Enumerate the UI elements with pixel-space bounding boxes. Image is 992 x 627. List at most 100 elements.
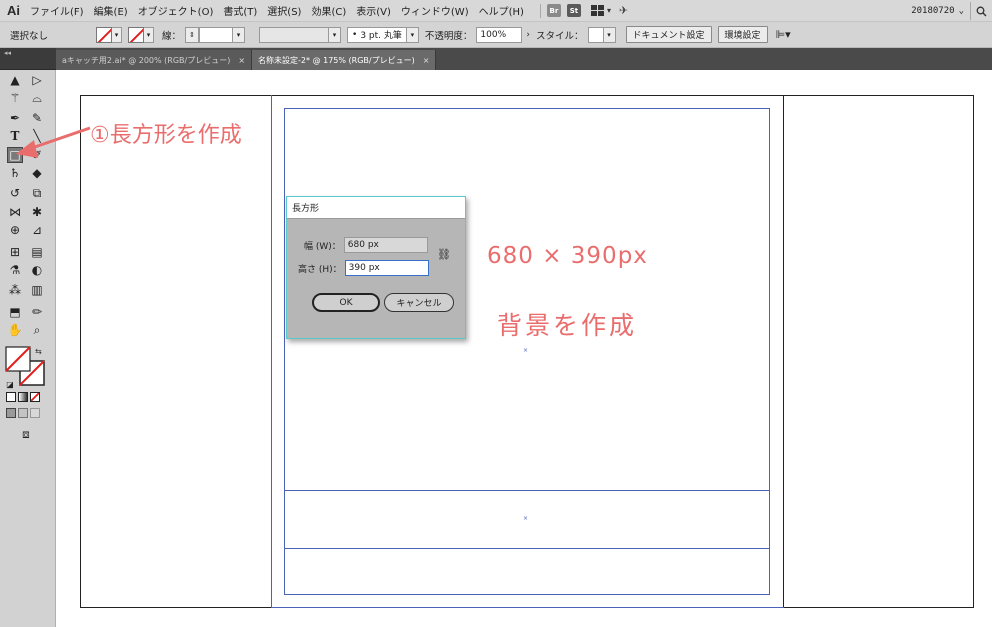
width-row: 幅 (W)： 680 px xyxy=(304,237,428,253)
menu-window[interactable]: ウィンドウ(W) xyxy=(401,3,469,18)
height-row: 高さ (H)： 390 px xyxy=(298,260,429,276)
lasso-tool-icon[interactable]: ⌓ xyxy=(29,90,45,106)
guide-horizontal-1 xyxy=(284,490,770,491)
fill-swatch[interactable] xyxy=(96,26,112,43)
chevron-down-icon[interactable]: ▾ xyxy=(144,26,154,43)
artboard-bottom-edge xyxy=(271,607,784,608)
workspace-name: 20180720 xyxy=(911,6,955,16)
annotation-size: 680 × 390px xyxy=(487,243,648,269)
tab-document-1[interactable]: aキャッチ用2.ai* @ 200% (RGB/プレビュー) × xyxy=(56,50,253,70)
menu-select[interactable]: 選択(S) xyxy=(267,3,301,18)
chevron-down-icon[interactable]: ▾ xyxy=(233,26,246,43)
cancel-button[interactable]: キャンセル xyxy=(384,293,454,312)
eyedropper-tool-icon[interactable]: ⚗ xyxy=(7,262,23,278)
mesh-tool-icon[interactable]: ⊞ xyxy=(7,244,23,260)
control-bar: 選択なし ▾ ▾ 線： ⇕ ▾ ▾ • 3 pt. 丸筆 ▾ 不透明度： 100… xyxy=(0,22,992,48)
tab-document-2[interactable]: 名称未設定-2* @ 175% (RGB/プレビュー) × xyxy=(252,50,437,70)
center-point-marker: × xyxy=(523,347,529,354)
stroke-weight-input[interactable] xyxy=(199,26,234,43)
stroke-label: 線： xyxy=(162,30,182,42)
symbol-sprayer-tool-icon[interactable]: ⁂ xyxy=(7,282,23,298)
document-tabs: aキャッチ用2.ai* @ 200% (RGB/プレビュー) × 名称未設定-2… xyxy=(56,48,992,70)
close-icon[interactable]: × xyxy=(238,56,245,65)
draw-normal-icon[interactable] xyxy=(6,408,16,418)
chevron-down-icon: ⌄ xyxy=(958,6,964,16)
artboard-tool-icon[interactable]: ⬒ xyxy=(7,304,23,320)
default-colors-icon[interactable]: ◪ xyxy=(2,377,18,393)
perspective-grid-tool-icon[interactable]: ⊿ xyxy=(29,222,45,238)
menu-edit[interactable]: 編集(E) xyxy=(94,3,128,18)
gradient-icon[interactable] xyxy=(18,392,28,402)
menu-file[interactable]: ファイル(F) xyxy=(30,3,84,18)
selection-status: 選択なし xyxy=(10,30,49,42)
menu-view[interactable]: 表示(V) xyxy=(356,3,391,18)
width-label: 幅 (W)： xyxy=(304,241,341,252)
puppet-warp-tool-icon[interactable]: ✱ xyxy=(29,204,45,220)
artboard-divider-right xyxy=(783,95,784,608)
chevron-down-icon[interactable]: ▾ xyxy=(406,26,419,43)
direct-selection-tool-icon[interactable]: ▷ xyxy=(29,72,45,88)
chevron-right-icon[interactable]: › xyxy=(526,30,530,40)
bridge-button[interactable]: Br xyxy=(546,4,561,17)
workspace-switcher[interactable]: 20180720 ⌄ xyxy=(911,4,964,18)
svg-text:⇆: ⇆ xyxy=(35,347,42,356)
style-label: スタイル： xyxy=(536,30,584,42)
ok-button[interactable]: OK xyxy=(312,293,380,312)
zoom-tool-icon[interactable]: ⌕ xyxy=(29,322,45,338)
draw-inside-icon[interactable] xyxy=(30,408,40,418)
brush-definition[interactable]: • 3 pt. 丸筆 xyxy=(347,26,407,43)
close-icon[interactable]: × xyxy=(423,56,430,65)
rotate-tool-icon[interactable]: ↺ xyxy=(7,185,23,201)
dot-icon: • xyxy=(352,29,358,40)
graphic-style-swatch[interactable] xyxy=(587,26,604,43)
menu-type[interactable]: 書式(T) xyxy=(223,3,257,18)
column-graph-tool-icon[interactable]: ▥ xyxy=(29,282,45,298)
chevron-down-icon[interactable]: ▾ xyxy=(603,26,616,43)
scale-tool-icon[interactable]: ⧉ xyxy=(29,185,45,201)
constrain-proportions-icon[interactable]: ⛓ xyxy=(437,248,451,261)
height-label: 高さ (H)： xyxy=(298,264,342,275)
color-mode-buttons xyxy=(6,392,40,402)
preferences-button[interactable]: 環境設定 xyxy=(717,26,768,43)
stock-button[interactable]: St xyxy=(566,4,581,17)
chevron-down-icon[interactable]: ▾ xyxy=(112,26,122,43)
none-icon[interactable] xyxy=(30,392,40,402)
search-button[interactable] xyxy=(970,2,992,20)
gpu-performance-icon[interactable]: ✈ xyxy=(619,4,628,17)
menu-object[interactable]: オブジェクト(O) xyxy=(138,3,214,18)
chevron-down-icon[interactable]: ▾ xyxy=(607,6,611,15)
menu-effect[interactable]: 効果(C) xyxy=(311,3,346,18)
tab-label: 名称未設定-2* @ 175% (RGB/プレビュー) xyxy=(258,55,415,65)
screen-mode-icon[interactable]: ⧈ xyxy=(16,426,36,442)
color-icon[interactable] xyxy=(6,392,16,402)
height-input[interactable]: 390 px xyxy=(344,260,429,276)
arrange-documents-icon[interactable] xyxy=(590,5,605,16)
stroke-swatch[interactable] xyxy=(128,26,144,43)
dialog-title: 長方形 xyxy=(287,197,465,219)
shape-builder-tool-icon[interactable]: ⊕ xyxy=(7,222,23,238)
menu-separator xyxy=(539,3,541,18)
opacity-input[interactable]: 100% xyxy=(476,26,523,43)
tab-label: aキャッチ用2.ai* @ 200% (RGB/プレビュー) xyxy=(62,55,231,65)
annotation-arrow xyxy=(16,126,91,158)
artboard-divider-left xyxy=(271,95,272,608)
width-tool-icon[interactable]: ⋈ xyxy=(7,204,23,220)
stroke-weight-stepper[interactable]: ⇕ xyxy=(185,26,200,43)
brush-style-value: 3 pt. 丸筆 xyxy=(360,31,402,41)
app-logo: Ai xyxy=(7,3,20,18)
collapse-icon[interactable]: ◂◂ xyxy=(4,49,11,57)
blend-tool-icon[interactable]: ◐ xyxy=(29,262,45,278)
chevron-down-icon[interactable]: ▾ xyxy=(329,26,342,43)
gradient-tool-icon[interactable]: ▤ xyxy=(29,244,45,260)
menu-help[interactable]: ヘルプ(H) xyxy=(479,3,524,18)
selection-tool-icon[interactable]: ▲ xyxy=(7,72,23,88)
width-input[interactable]: 680 px xyxy=(343,237,428,253)
document-setup-button[interactable]: ドキュメント設定 xyxy=(625,26,712,43)
draw-behind-icon[interactable] xyxy=(18,408,28,418)
slice-tool-icon[interactable]: ✏ xyxy=(29,304,45,320)
hand-tool-icon[interactable]: ✋ xyxy=(7,322,23,338)
align-icon[interactable]: ⊫▾ xyxy=(776,28,791,41)
rectangle-dialog: 長方形 幅 (W)： 680 px 高さ (H)： 390 px ⛓ OK キャ… xyxy=(286,196,466,339)
magic-wand-tool-icon[interactable]: ⚚ xyxy=(7,90,23,106)
variable-width-profile[interactable] xyxy=(259,26,330,43)
